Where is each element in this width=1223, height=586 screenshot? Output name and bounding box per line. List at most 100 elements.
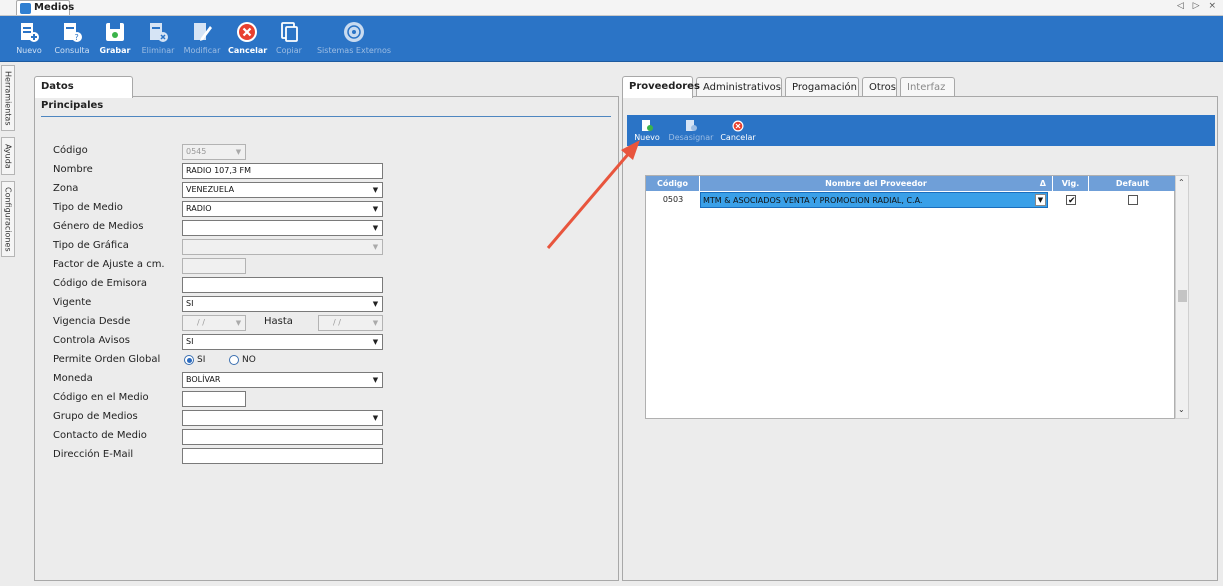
row-nombre-cell[interactable]: MTM & ASOCIADOS VENTA Y PROMOCION RADIAL… (700, 192, 1048, 208)
direccion-email-label: Dirección E-Mail (53, 449, 134, 460)
codigo-emisora-field[interactable] (182, 277, 383, 293)
tab-datos-principales[interactable]: Datos Principales (34, 76, 133, 111)
tab-proveedores[interactable]: Proveedores (622, 76, 700, 98)
tab-interfaz[interactable]: Interfaz (900, 77, 955, 98)
genero-medios-label: Género de Medios (53, 221, 144, 232)
hasta-value: / / (333, 318, 341, 327)
tipo-medio-value: RADIO (186, 204, 212, 213)
proveedores-toolbar: Nuevo Desasignar Cancelar (627, 115, 1215, 146)
nuevo-label: Nuevo (16, 46, 42, 55)
edit-document-icon (190, 20, 214, 44)
tipo-medio-select[interactable]: RADIO ▼ (182, 201, 383, 217)
chevron-down-icon: ▼ (372, 205, 379, 213)
grupo-medios-select[interactable]: ▼ (182, 410, 383, 426)
vigente-select[interactable]: SI ▼ (182, 296, 383, 312)
delete-document-icon (146, 20, 170, 44)
hasta-date[interactable]: / / ▼ (318, 315, 383, 331)
tipo-medio-label: Tipo de Medio (53, 202, 123, 213)
vig-checkbox[interactable] (1066, 193, 1076, 209)
scroll-thumb[interactable] (1178, 290, 1187, 302)
column-header-vig[interactable]: Vig. (1053, 176, 1089, 191)
grupo-medios-label: Grupo de Medios (53, 411, 138, 422)
sistemas-externos-label: Sistemas Externos (316, 46, 392, 55)
desasignar-label: Desasignar (668, 133, 714, 142)
controla-avisos-value: SI (186, 337, 194, 346)
chevron-down-icon: ▼ (235, 148, 242, 156)
consulta-label: Consulta (54, 46, 90, 55)
contacto-medio-field[interactable] (182, 429, 383, 445)
vigente-label: Vigente (53, 297, 92, 308)
factor-ajuste-field[interactable] (182, 258, 246, 274)
grabar-button[interactable]: Grabar (98, 20, 132, 56)
nombre-label: Nombre (53, 164, 93, 175)
sistemas-externos-button[interactable]: Sistemas Externos (312, 20, 396, 56)
radio-no-label: NO (242, 355, 256, 365)
scroll-up-icon[interactable]: ⌃ (1178, 178, 1185, 187)
radio-si-label: SI (197, 355, 206, 365)
copiar-label: Copiar (276, 46, 302, 55)
copiar-button[interactable]: Copiar (272, 20, 306, 56)
chevron-down-icon: ▼ (372, 338, 379, 346)
unassign-document-icon (684, 119, 698, 132)
zona-select[interactable]: VENEZUELA ▼ (182, 182, 383, 198)
window-controls[interactable]: ◁ ▷ × (1177, 1, 1219, 11)
codigo-label: Código (53, 145, 88, 156)
radio-no[interactable]: NO (229, 355, 256, 365)
moneda-select[interactable]: BOLÍVAR ▼ (182, 372, 383, 388)
factor-ajuste-label: Factor de Ajuste a cm. (53, 259, 165, 270)
query-document-icon: ? (60, 20, 84, 44)
cancel-circle-icon (731, 119, 745, 132)
column-header-codigo[interactable]: Código (646, 176, 700, 191)
nuevo-button[interactable]: Nuevo (14, 20, 44, 56)
eliminar-label: Eliminar (141, 46, 175, 55)
default-checkbox[interactable] (1127, 194, 1138, 205)
permite-orden-global-label: Permite Orden Global (53, 354, 161, 365)
codigo-medio-label: Código en el Medio (53, 392, 149, 403)
controla-avisos-select[interactable]: SI ▼ (182, 334, 383, 350)
column-header-nombre[interactable]: Nombre del Proveedor Δ (700, 176, 1053, 191)
radio-unselected-icon (229, 355, 239, 365)
eliminar-button[interactable]: Eliminar (140, 20, 176, 56)
vigente-value: SI (186, 299, 194, 308)
codigo-select[interactable]: 0545 ▼ (182, 144, 246, 160)
codigo-medio-field[interactable] (182, 391, 246, 407)
side-tab-herramientas[interactable]: Herramientas (1, 65, 15, 131)
tab-administrativos[interactable]: Administrativos (696, 77, 782, 98)
tipo-grafica-select[interactable]: ▼ (182, 239, 383, 255)
contacto-medio-label: Contacto de Medio (53, 430, 147, 441)
row-vig-cell[interactable] (1053, 192, 1089, 209)
genero-medios-select[interactable]: ▼ (182, 220, 383, 236)
scroll-down-icon[interactable]: ⌄ (1178, 405, 1185, 414)
desasignar-button[interactable]: Desasignar (667, 119, 715, 143)
new-document-icon (640, 119, 654, 132)
modificar-button[interactable]: Modificar (182, 20, 222, 56)
chevron-down-icon: ▼ (372, 186, 379, 194)
radio-si[interactable]: SI (184, 355, 205, 365)
vigencia-desde-date[interactable]: / / ▼ (182, 315, 246, 331)
window-tab-medios[interactable]: Medios (16, 0, 74, 15)
main-toolbar: Nuevo ? Consulta Grabar Eliminar Modific… (0, 16, 1223, 62)
proveedor-cancelar-button[interactable]: Cancelar (719, 119, 757, 143)
nombre-field[interactable]: RADIO 107,3 FM (182, 163, 383, 179)
chevron-down-icon: ▼ (372, 224, 379, 232)
direccion-email-field[interactable] (182, 448, 383, 464)
proveedor-nuevo-button[interactable]: Nuevo (633, 119, 661, 143)
tab-otros[interactable]: Otros (862, 77, 897, 98)
row-default-cell[interactable] (1089, 192, 1176, 208)
column-header-default[interactable]: Default (1089, 176, 1176, 191)
grid-vertical-scrollbar[interactable]: ⌃ ⌄ (1175, 175, 1189, 419)
cancel-circle-icon (235, 20, 259, 44)
save-disk-icon (103, 20, 127, 44)
side-tab-ayuda[interactable]: Ayuda (1, 137, 15, 175)
moneda-label: Moneda (53, 373, 93, 384)
chevron-down-icon[interactable]: ▼ (1035, 194, 1046, 206)
vigencia-desde-value: / / (197, 318, 205, 327)
modificar-label: Modificar (183, 46, 221, 55)
tab-progamacion[interactable]: Progamación (785, 77, 859, 98)
consulta-button[interactable]: ? Consulta (54, 20, 90, 56)
medios-icon (20, 3, 31, 14)
proveedores-panel: Nuevo Desasignar Cancelar Código Nombre … (622, 96, 1218, 581)
row-codigo-cell[interactable]: 0503 (646, 192, 700, 208)
side-tab-configuraciones[interactable]: Configuraciones (1, 181, 15, 257)
cancelar-button[interactable]: Cancelar (228, 20, 267, 56)
